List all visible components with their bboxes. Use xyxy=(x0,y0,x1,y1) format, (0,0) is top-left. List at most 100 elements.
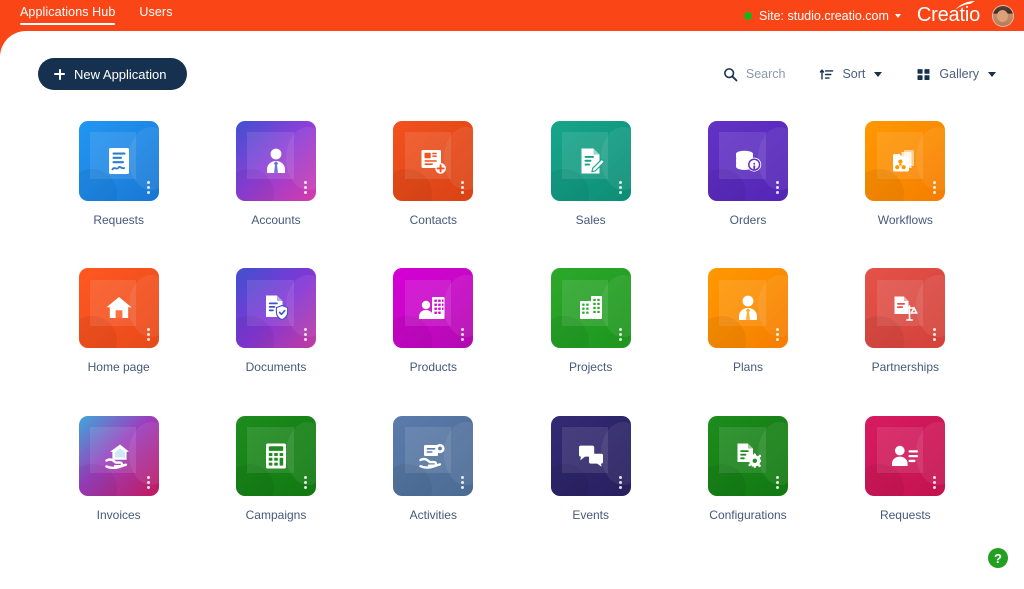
application-tile[interactable] xyxy=(550,268,631,349)
top-header-bar: Applications Hub Users Site: studio.crea… xyxy=(0,0,1024,31)
application-tile[interactable] xyxy=(235,415,316,496)
sort-label: Sort xyxy=(842,67,866,81)
application-tile[interactable] xyxy=(393,415,474,496)
tile-more-options-icon[interactable] xyxy=(618,475,622,489)
sort-button[interactable]: Sort xyxy=(819,67,883,82)
document-signature-icon xyxy=(104,146,134,176)
new-application-button[interactable]: New Application xyxy=(38,58,187,90)
sort-chevron-down-icon xyxy=(874,71,883,77)
creatio-logo[interactable]: Creatio xyxy=(917,1,980,27)
tile-more-options-icon[interactable] xyxy=(146,181,150,194)
content-panel: New Application Search Sort Gallery Requ… xyxy=(0,31,1024,589)
application-tile-label: Invoices xyxy=(96,507,141,522)
site-selector-label: Site: studio.creatio.com xyxy=(759,8,889,23)
search-placeholder-label: Search xyxy=(745,67,786,81)
person-building-icon xyxy=(418,293,448,323)
application-tile-cell: Accounts xyxy=(197,121,354,227)
contact-add-icon xyxy=(418,146,448,176)
application-tile[interactable] xyxy=(78,415,159,496)
application-tile[interactable] xyxy=(865,121,946,201)
application-tile[interactable] xyxy=(78,268,159,349)
tile-more-options-icon[interactable] xyxy=(303,181,307,194)
application-tile[interactable] xyxy=(865,268,946,349)
contact-card-icon xyxy=(890,441,920,471)
tab-applications-hub-label: Applications Hub xyxy=(20,5,116,20)
application-tile-label: Home page xyxy=(87,360,150,375)
application-tile-cell: Requests xyxy=(827,415,984,522)
gallery-label: Gallery xyxy=(939,67,979,81)
application-tile-cell: Events xyxy=(512,415,669,522)
tile-more-options-icon[interactable] xyxy=(618,181,622,194)
tile-more-options-icon[interactable] xyxy=(933,181,937,194)
document-edit-icon xyxy=(576,146,606,176)
person-tie-icon xyxy=(733,293,763,323)
person-tie-icon xyxy=(261,146,291,176)
new-application-label: New Application xyxy=(74,66,167,82)
application-tile[interactable] xyxy=(707,268,788,349)
tile-more-options-icon[interactable] xyxy=(146,328,150,342)
application-tile[interactable] xyxy=(707,121,788,201)
tab-applications-hub[interactable]: Applications Hub xyxy=(20,5,116,25)
tile-more-options-icon[interactable] xyxy=(933,475,937,489)
header-right-group: Site: studio.creatio.com Creatio xyxy=(744,0,1024,31)
tile-more-options-icon[interactable] xyxy=(461,475,465,489)
tile-more-options-icon[interactable] xyxy=(303,475,307,489)
application-tile-label: Workflows xyxy=(877,213,933,227)
applications-grid: Requests Accounts Contacts Sales Orders Workf… xyxy=(0,121,1024,522)
application-tile[interactable] xyxy=(865,415,946,496)
application-tile-label: Activities xyxy=(409,507,457,522)
tile-more-options-icon[interactable] xyxy=(933,328,937,342)
document-gear-icon xyxy=(733,441,763,471)
application-tile-cell: Activities xyxy=(355,415,512,522)
tab-users[interactable]: Users xyxy=(139,6,172,25)
chevron-down-icon xyxy=(894,13,901,18)
application-tile-label: Documents xyxy=(245,360,307,375)
folder-flow-icon xyxy=(890,146,920,176)
application-tile[interactable] xyxy=(550,415,631,496)
tile-more-options-icon[interactable] xyxy=(775,475,779,489)
logo-swoosh-icon xyxy=(955,1,975,10)
gallery-grid-icon xyxy=(917,68,930,80)
tile-more-options-icon[interactable] xyxy=(146,475,150,489)
application-tile-cell: Products xyxy=(355,268,512,374)
application-tile-label: Events xyxy=(572,507,609,522)
application-tile-label: Orders xyxy=(729,213,767,227)
tile-more-options-icon[interactable] xyxy=(618,328,622,342)
main-nav-tabs: Applications Hub Users xyxy=(20,0,197,31)
coins-info-icon xyxy=(733,146,763,176)
document-shield-icon xyxy=(261,293,291,323)
application-tile-cell: Contacts xyxy=(355,121,512,227)
site-selector[interactable]: Site: studio.creatio.com xyxy=(744,9,901,23)
help-button[interactable]: ? xyxy=(988,548,1008,568)
document-scales-icon xyxy=(890,293,920,323)
toolbar-right-group: Search Sort Gallery xyxy=(689,67,996,82)
application-tile[interactable] xyxy=(393,268,474,349)
tile-more-options-icon[interactable] xyxy=(461,181,465,194)
application-tile-cell: Home page xyxy=(40,268,197,374)
tile-more-options-icon[interactable] xyxy=(461,328,465,342)
application-tile[interactable] xyxy=(235,268,316,349)
application-tile-label: Contacts xyxy=(409,213,457,227)
application-tile[interactable] xyxy=(78,121,159,201)
application-tile-label: Accounts xyxy=(251,213,301,227)
application-tile-cell: Documents xyxy=(197,268,354,374)
calculator-icon xyxy=(261,441,291,471)
application-tile-cell: Sales xyxy=(512,121,669,227)
application-tile-cell: Invoices xyxy=(40,415,197,522)
tile-more-options-icon[interactable] xyxy=(775,328,779,342)
hand-house-icon xyxy=(104,441,134,471)
application-tile-label: Sales xyxy=(575,213,606,227)
search-input[interactable]: Search xyxy=(723,67,786,82)
application-tile[interactable] xyxy=(393,121,474,201)
application-tile[interactable] xyxy=(707,415,788,496)
gallery-view-button[interactable]: Gallery xyxy=(916,67,996,82)
application-tile[interactable] xyxy=(235,121,316,201)
application-tile[interactable] xyxy=(550,121,631,201)
application-tile-cell: Plans xyxy=(669,268,826,374)
tile-more-options-icon[interactable] xyxy=(775,181,779,194)
tile-more-options-icon[interactable] xyxy=(303,328,307,342)
applications-toolbar: New Application Search Sort Gallery xyxy=(0,57,1024,91)
site-status-dot-icon xyxy=(744,11,752,20)
avatar[interactable] xyxy=(992,4,1014,27)
application-tile-label: Requests xyxy=(879,507,931,522)
